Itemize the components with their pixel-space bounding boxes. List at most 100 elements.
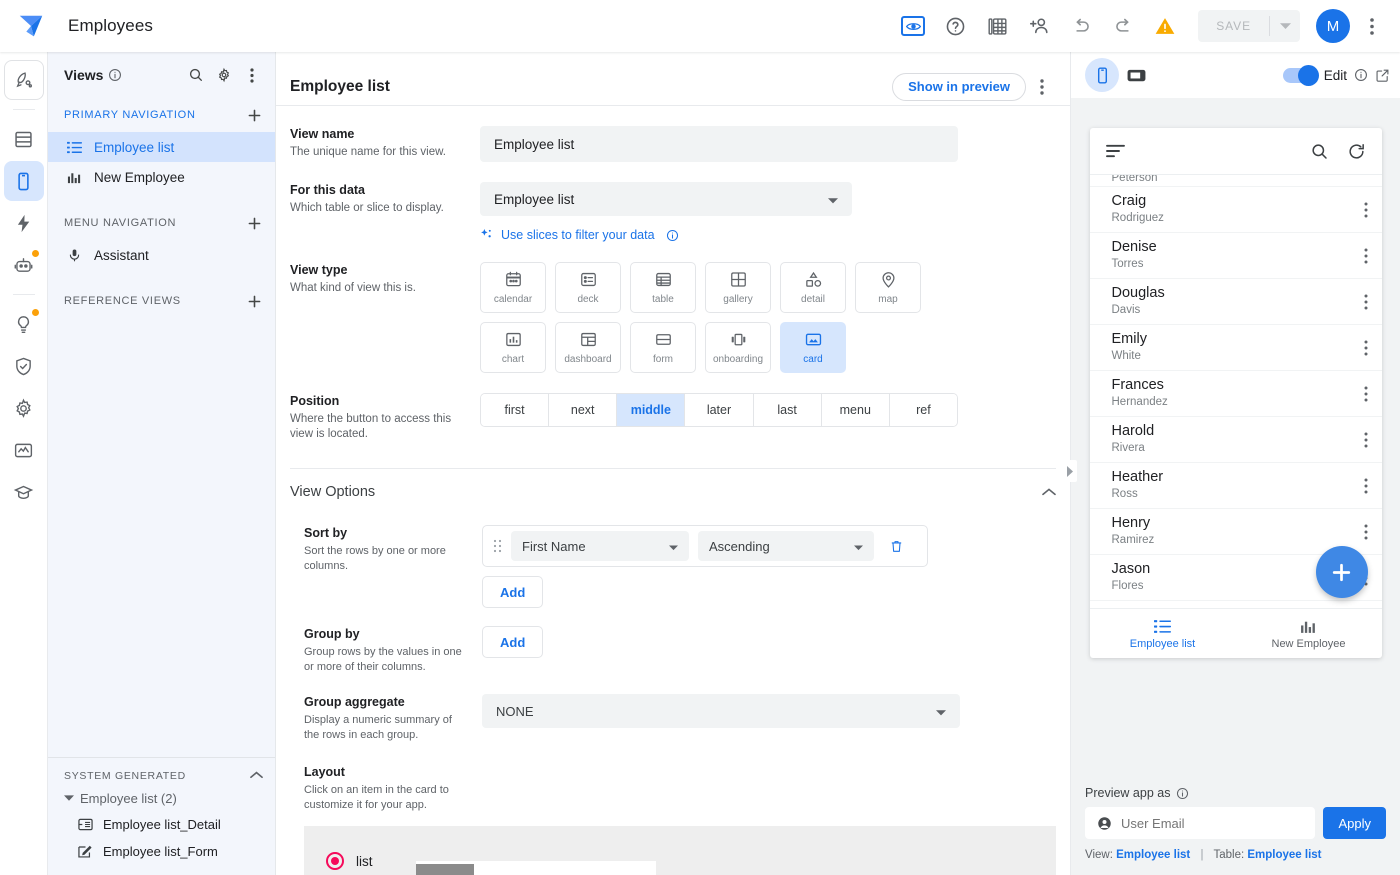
system-generated-group[interactable]: Employee list (2) — [48, 786, 275, 811]
list-item[interactable]: Douglas Davis — [1089, 279, 1382, 325]
sort-menu-icon[interactable] — [1105, 144, 1126, 158]
add-user-icon[interactable] — [1020, 7, 1058, 45]
sidebar-item-employee-list-form[interactable]: Employee list_Form — [48, 838, 275, 865]
footer-view-link[interactable]: Employee list — [1116, 849, 1190, 861]
sort-column-select[interactable]: First Name — [511, 531, 689, 561]
appsheet-logo[interactable] — [16, 11, 46, 41]
add-reference-view-icon[interactable] — [243, 290, 265, 312]
for-this-data-select[interactable]: Employee list — [480, 182, 852, 216]
list-item-more-vert-icon[interactable] — [1364, 294, 1368, 310]
data-table-icon[interactable] — [978, 7, 1016, 45]
position-option-last[interactable]: last — [753, 394, 822, 426]
mobile-device-icon[interactable] — [1085, 58, 1119, 92]
chevron-up-icon[interactable] — [250, 770, 263, 782]
list-item-more-vert-icon[interactable] — [1364, 524, 1368, 540]
view-type-form[interactable]: form — [630, 322, 696, 373]
rail-item-start[interactable] — [3, 60, 44, 100]
rail-item-security[interactable] — [4, 346, 44, 386]
drag-handle-icon[interactable] — [493, 539, 502, 553]
phone-nav-new-employee[interactable]: New Employee — [1236, 609, 1382, 658]
refresh-icon[interactable] — [1347, 142, 1366, 161]
collapse-panel-handle[interactable] — [1063, 460, 1077, 482]
rail-item-app[interactable] — [3, 161, 44, 201]
search-icon[interactable] — [183, 62, 209, 88]
add-primary-view-icon[interactable] — [243, 104, 265, 126]
views-more-vert-icon[interactable] — [239, 62, 265, 88]
list-item[interactable]: Heather Ross — [1089, 463, 1382, 509]
top-bar-more-vert-icon[interactable] — [1358, 12, 1386, 40]
sidebar-item-employee-list-detail[interactable]: Employee list_Detail — [48, 811, 275, 838]
chevron-up-icon[interactable] — [1042, 483, 1056, 501]
views-gear-icon[interactable] — [211, 62, 237, 88]
sort-direction-select[interactable]: Ascending — [698, 531, 874, 561]
info-icon[interactable] — [1176, 787, 1189, 800]
group-aggregate-select[interactable]: NONE — [482, 694, 960, 728]
add-menu-view-icon[interactable] — [243, 212, 265, 234]
list-item-clipped[interactable]: Peterson — [1089, 175, 1382, 187]
list-item-more-vert-icon[interactable] — [1364, 202, 1368, 218]
search-icon[interactable] — [1310, 142, 1329, 161]
add-record-fab[interactable] — [1315, 546, 1368, 598]
list-item-more-vert-icon[interactable] — [1364, 340, 1368, 356]
position-option-ref[interactable]: ref — [889, 394, 957, 426]
preview-eye-icon[interactable] — [894, 7, 932, 45]
tablet-device-icon[interactable] — [1119, 58, 1153, 92]
position-option-first[interactable]: first — [481, 394, 550, 426]
open-in-new-icon[interactable] — [1375, 68, 1390, 83]
rail-item-automation[interactable] — [4, 203, 44, 243]
save-button[interactable]: SAVE — [1198, 10, 1269, 42]
info-icon[interactable] — [666, 229, 679, 242]
view-type-gallery[interactable]: gallery — [705, 262, 771, 313]
view-type-deck[interactable]: deck — [555, 262, 621, 313]
user-email-input[interactable] — [1121, 815, 1304, 831]
layout-option-list[interactable]: list — [326, 844, 416, 875]
show-in-preview-button[interactable]: Show in preview — [892, 72, 1026, 101]
warning-icon[interactable] — [1146, 7, 1184, 45]
view-type-dashboard[interactable]: dashboard — [555, 322, 621, 373]
view-type-chart[interactable]: chart — [480, 322, 546, 373]
system-generated-header[interactable]: SYSTEM GENERATED — [48, 766, 275, 786]
view-type-table[interactable]: table — [630, 262, 696, 313]
save-dropdown-icon[interactable] — [1270, 10, 1300, 42]
position-option-middle[interactable]: middle — [617, 394, 686, 426]
redo-icon[interactable] — [1104, 7, 1142, 45]
position-option-later[interactable]: later — [685, 394, 754, 426]
rail-item-intelligence[interactable] — [4, 304, 44, 344]
view-type-detail[interactable]: detail — [780, 262, 846, 313]
list-item[interactable]: Denise Torres — [1089, 233, 1382, 279]
list-item[interactable]: Frances Hernandez — [1089, 371, 1382, 417]
list-item[interactable]: Emily White — [1089, 325, 1382, 371]
use-slices-link[interactable]: Use slices to filter your data — [480, 228, 1056, 242]
list-item[interactable]: Harold Rivera — [1089, 417, 1382, 463]
view-name-input[interactable] — [480, 126, 958, 162]
rail-item-learn[interactable] — [4, 472, 44, 512]
list-item-more-vert-icon[interactable] — [1364, 432, 1368, 448]
view-options-section-header[interactable]: View Options — [290, 468, 1056, 511]
position-option-menu[interactable]: menu — [821, 394, 890, 426]
info-icon[interactable] — [108, 68, 122, 82]
apply-button[interactable]: Apply — [1323, 807, 1386, 839]
list-item[interactable]: Craig Rodriguez — [1089, 187, 1382, 233]
avatar[interactable]: M — [1316, 9, 1350, 43]
rail-item-settings[interactable] — [4, 388, 44, 428]
rail-item-data[interactable] — [4, 119, 44, 159]
view-type-calendar[interactable]: calendar — [480, 262, 546, 313]
delete-sort-rule-icon[interactable] — [883, 533, 909, 559]
list-item-more-vert-icon[interactable] — [1364, 386, 1368, 402]
view-type-map[interactable]: map — [855, 262, 921, 313]
footer-table-link[interactable]: Employee list — [1247, 849, 1321, 861]
position-option-next[interactable]: next — [549, 394, 618, 426]
list-item-more-vert-icon[interactable] — [1364, 478, 1368, 494]
rail-item-chat[interactable] — [4, 245, 44, 285]
sidebar-item-assistant[interactable]: Assistant — [48, 240, 275, 270]
view-type-card[interactable]: card — [780, 322, 846, 373]
user-email-field[interactable] — [1085, 807, 1316, 839]
group-by-add-button[interactable]: Add — [482, 626, 544, 658]
view-type-onboarding[interactable]: onboarding — [705, 322, 771, 373]
sidebar-item-new-employee[interactable]: New Employee — [48, 162, 275, 192]
sort-by-add-button[interactable]: Add — [482, 576, 544, 608]
rail-item-monitor[interactable] — [4, 430, 44, 470]
phone-nav-employee-list[interactable]: Employee list — [1090, 609, 1236, 658]
layout-card-preview[interactable]: Title goes here Subtitle goes here — [416, 861, 656, 875]
undo-icon[interactable] — [1062, 7, 1100, 45]
